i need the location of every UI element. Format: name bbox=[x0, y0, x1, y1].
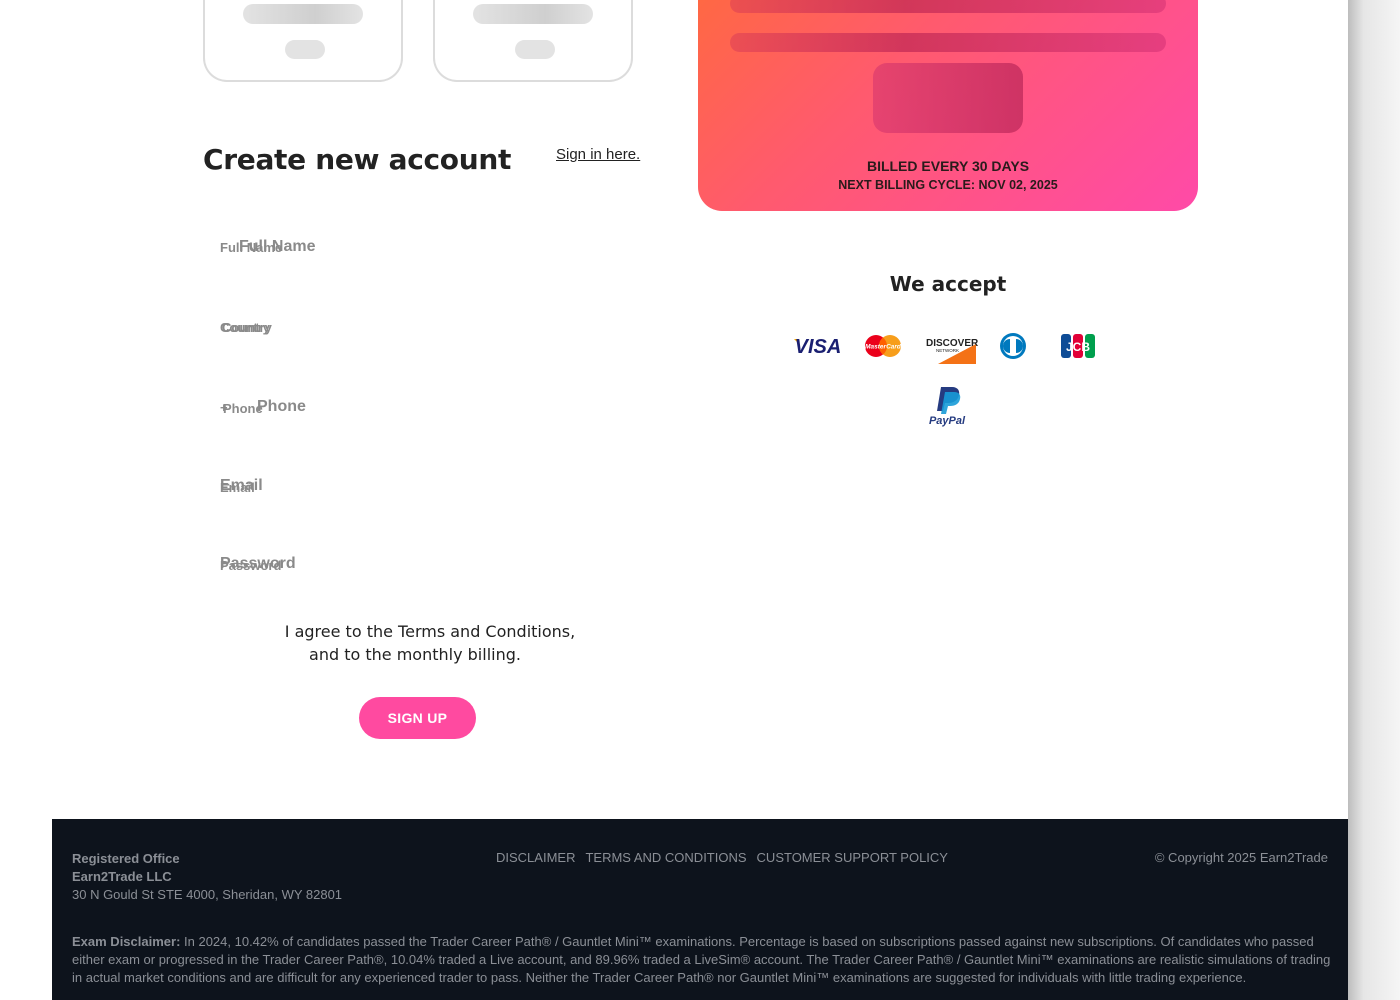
skeleton-bar bbox=[243, 4, 363, 24]
billing-frequency: BILLED EVERY 30 DAYS bbox=[866, 158, 1030, 174]
sign-in-link[interactable]: Sign in here. bbox=[556, 146, 640, 163]
country-field[interactable]: Country Country bbox=[203, 304, 633, 354]
terms-agreement[interactable]: I agree to the Terms and Conditions, and… bbox=[260, 620, 600, 666]
plan-option-card-placeholder[interactable] bbox=[203, 0, 403, 82]
skeleton-pill bbox=[515, 40, 555, 59]
email-field[interactable]: Email Email bbox=[203, 463, 633, 513]
selected-plan-card: BILLED EVERY 30 DAYS NEXT BILLING CYCLE:… bbox=[698, 0, 1198, 211]
footer-link-terms[interactable]: TERMS AND CONDITIONS bbox=[585, 850, 746, 865]
jcb-icon: JCB bbox=[1060, 332, 1096, 360]
skeleton-bar bbox=[473, 4, 593, 24]
plan-price-placeholder bbox=[873, 63, 1023, 133]
plan-option-card-placeholder[interactable] bbox=[433, 0, 633, 82]
terms-agreement-line2: and to the monthly billing. bbox=[309, 645, 521, 664]
full-name-field[interactable]: Full Name Full Name bbox=[203, 224, 633, 274]
form-title: Create new account bbox=[203, 143, 512, 176]
disclaimer-label: Exam Disclaimer: bbox=[72, 934, 185, 949]
phone-field[interactable]: + Phone Phone bbox=[203, 384, 633, 434]
visa-icon: VISA bbox=[792, 333, 844, 359]
sign-up-button[interactable]: SIGN UP bbox=[359, 697, 476, 739]
skeleton-pill bbox=[285, 40, 325, 59]
copyright: © Copyright 2025 Earn2Trade bbox=[1154, 850, 1328, 865]
footer: Registered Office Earn2Trade LLC 30 N Go… bbox=[52, 819, 1348, 1000]
mastercard-icon: MasterCard bbox=[864, 333, 902, 359]
jcb-text: JCB bbox=[1066, 340, 1090, 354]
visa-text: VISA bbox=[795, 336, 842, 358]
footer-link-support-policy[interactable]: CUSTOMER SUPPORT POLICY bbox=[757, 850, 948, 865]
paypal-text: PayPal bbox=[929, 415, 966, 427]
plan-skeleton-bar bbox=[730, 33, 1166, 52]
terms-agreement-line1: I agree to the Terms and Conditions, bbox=[284, 622, 576, 641]
registered-office: Registered Office Earn2Trade LLC 30 N Go… bbox=[72, 850, 342, 904]
country-select[interactable] bbox=[203, 304, 633, 354]
office-address: 30 N Gould St STE 4000, Sheridan, WY 828… bbox=[72, 887, 343, 902]
footer-links: DISCLAIMER TERMS AND CONDITIONS CUSTOMER… bbox=[496, 850, 948, 865]
password-input[interactable] bbox=[203, 541, 633, 591]
payment-methods-heading: We accept bbox=[889, 272, 1007, 296]
password-field[interactable]: Password Password bbox=[203, 541, 633, 591]
disclaimer-text: In 2024, 10.42% of candidates passed the… bbox=[72, 934, 1331, 985]
paypal-icon: PayPal bbox=[924, 385, 970, 427]
full-name-input[interactable] bbox=[203, 224, 633, 274]
phone-input[interactable] bbox=[203, 384, 633, 434]
exam-disclaimer: Exam Disclaimer: In 2024, 10.42% of cand… bbox=[72, 933, 1332, 987]
footer-link-disclaimer[interactable]: DISCLAIMER bbox=[496, 850, 575, 865]
discover-subtext: NETWORK bbox=[936, 348, 959, 353]
next-billing-cycle: NEXT BILLING CYCLE: NOV 02, 2025 bbox=[838, 178, 1058, 192]
page: Create new account Sign in here. Full Na… bbox=[0, 0, 1400, 1000]
office-title: Registered Office bbox=[72, 851, 180, 866]
page-edge-shadow bbox=[1348, 0, 1400, 1000]
mastercard-text: MasterCard bbox=[865, 344, 902, 351]
discover-icon: DISCOVER NETWORK bbox=[924, 334, 979, 364]
email-input[interactable] bbox=[203, 463, 633, 513]
diners-club-icon bbox=[997, 332, 1029, 360]
office-company: Earn2Trade LLC bbox=[72, 869, 172, 884]
plan-skeleton-bar bbox=[730, 0, 1166, 13]
